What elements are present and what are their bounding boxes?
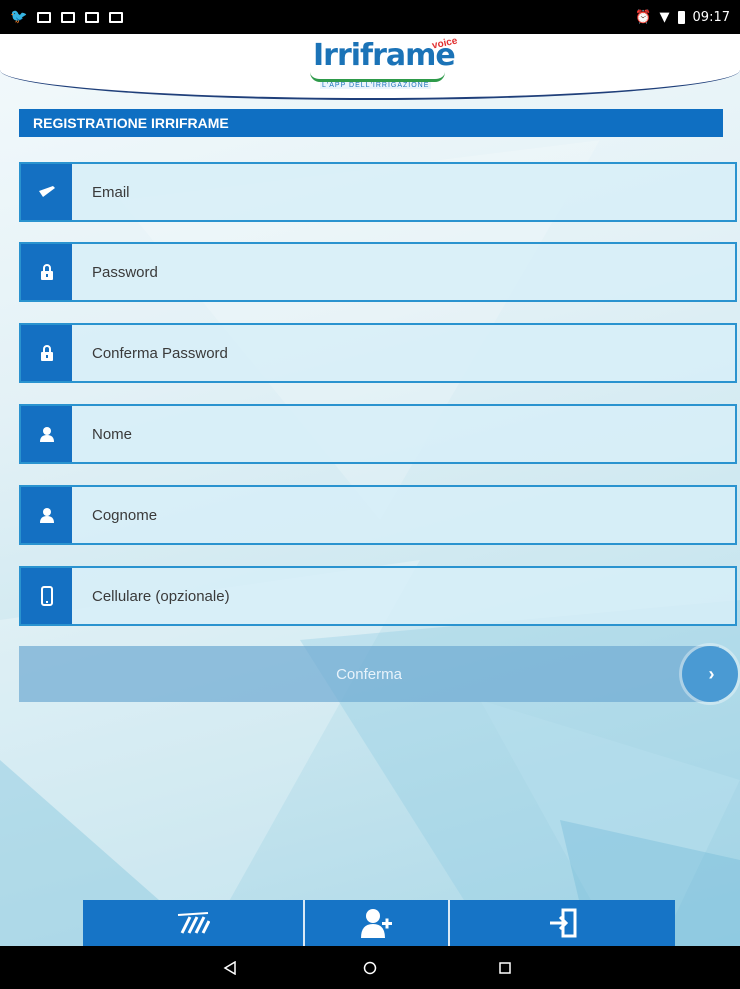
gmail-icon (109, 11, 124, 23)
wifi-icon: ▼ (659, 9, 670, 25)
email-field (19, 162, 737, 222)
name-input[interactable] (72, 406, 735, 462)
battery-icon (677, 10, 685, 24)
bottom-nav (83, 900, 675, 946)
chevron-right-icon[interactable]: › (682, 646, 738, 702)
confirm-label: Conferma (336, 665, 402, 683)
app-header: Irriframe voice L'APP DELL'IRRIGAZIONE (0, 34, 740, 100)
add-user-icon (360, 909, 392, 938)
recents-icon[interactable] (494, 957, 516, 979)
surname-field (19, 485, 737, 545)
system-nav-bar (0, 946, 740, 989)
logo-swoosh (310, 72, 445, 82)
field-irrigation-icon (177, 912, 210, 934)
confirm-arrow-glyph: › (708, 663, 715, 684)
user-icon (21, 487, 72, 543)
user-icon (21, 406, 72, 462)
status-time: 09:17 (692, 9, 730, 25)
page-title: REGISTRATIONE IRRIFRAME (19, 109, 723, 137)
gmail-icon (37, 11, 52, 23)
status-bar: 🐦 ⏰ ▼ 09:17 (0, 0, 740, 34)
surname-input[interactable] (72, 487, 735, 543)
confirm-button[interactable]: Conferma (19, 646, 719, 702)
alarm-icon: ⏰ (635, 9, 652, 25)
logo-tagline: L'APP DELL'IRRIGAZIONE (320, 82, 432, 89)
email-input[interactable] (72, 164, 735, 220)
name-field (19, 404, 737, 464)
confirm-password-field (19, 323, 737, 383)
back-icon[interactable] (219, 957, 241, 979)
gmail-icon (85, 11, 100, 23)
envelope-icon (21, 164, 72, 220)
twitter-icon: 🐦 (10, 9, 28, 25)
nav-login[interactable] (450, 900, 675, 946)
nav-irrigation[interactable] (83, 900, 305, 946)
password-input[interactable] (72, 244, 735, 300)
login-icon (549, 908, 576, 938)
password-field (19, 242, 737, 302)
screenshot-icon (61, 11, 76, 23)
lock-icon (21, 244, 72, 300)
nav-register[interactable] (305, 900, 450, 946)
home-icon[interactable] (359, 957, 381, 979)
phone-field (19, 566, 737, 626)
phone-input[interactable] (72, 568, 735, 624)
lock-icon (21, 325, 72, 381)
app-logo: Irriframe voice L'APP DELL'IRRIGAZIONE (310, 35, 460, 94)
confirm-password-input[interactable] (72, 325, 735, 381)
phone-icon (21, 568, 72, 624)
